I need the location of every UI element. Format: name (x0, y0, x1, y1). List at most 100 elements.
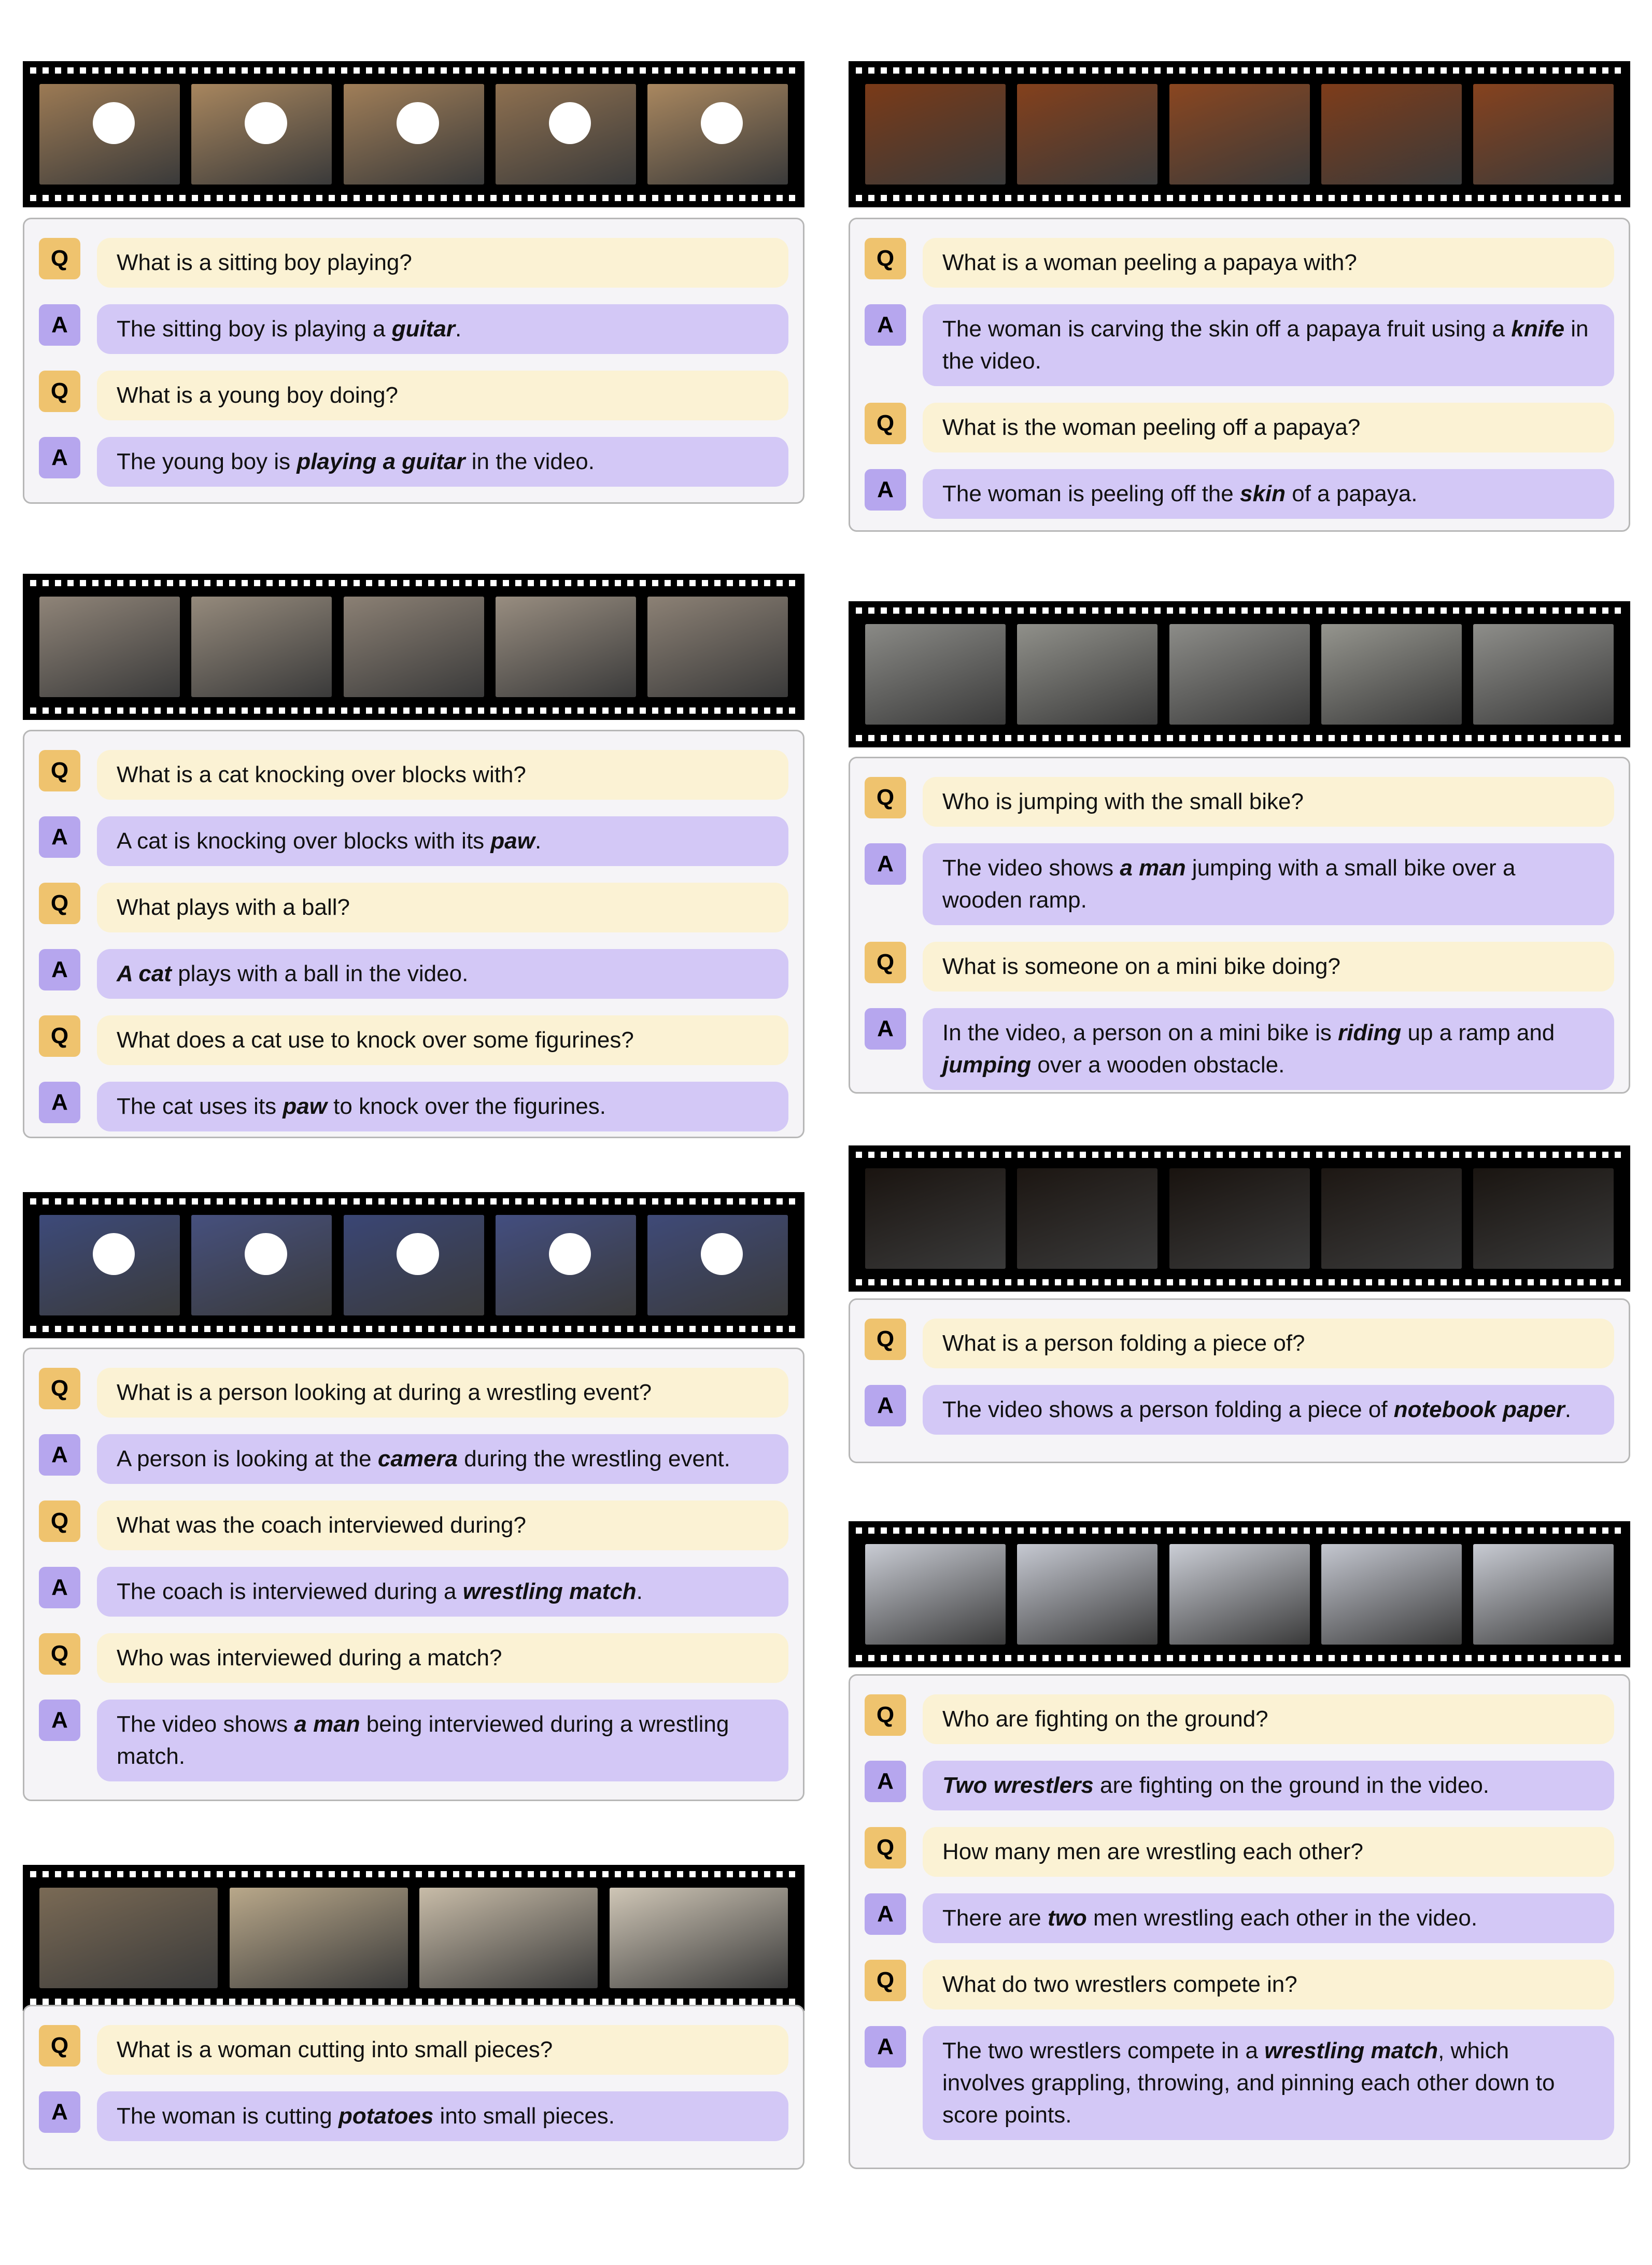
answer-badge: A (865, 1761, 906, 1802)
text-span: The video shows (117, 1711, 294, 1737)
answer-row: A The woman is carving the skin off a pap… (865, 304, 1614, 386)
question-text: Who are fighting on the ground? (923, 1694, 1614, 1744)
text-span: Who are fighting on the ground? (942, 1706, 1268, 1732)
text-span: . (636, 1579, 643, 1604)
filmstrip (23, 1192, 804, 1338)
text-span: There are (942, 1905, 1048, 1931)
film-perforations (30, 1871, 797, 1877)
question-badge: Q (865, 1694, 906, 1736)
answer-text: The two wrestlers compete in a wrestling… (923, 2026, 1614, 2140)
face-blur-circle (397, 1233, 439, 1276)
answer-row: A There are two men wrestling each other … (865, 1893, 1614, 1943)
answer-badge: A (39, 2091, 80, 2133)
film-perforations (856, 607, 1623, 614)
text-span: What does a cat use to knock over some f… (117, 1027, 634, 1053)
question-badge: Q (39, 1015, 80, 1057)
answer-row: A Two wrestlers are fighting on the groun… (865, 1761, 1614, 1810)
answer-badge: A (865, 1385, 906, 1426)
video-frame (343, 1215, 484, 1315)
question-row: Q How many men are wrestling each other? (865, 1827, 1614, 1877)
question-text: What is someone on a mini bike doing? (923, 942, 1614, 992)
answer-text: The sitting boy is playing a guitar. (97, 304, 788, 354)
question-text: What is a woman peeling a papaya with? (923, 238, 1614, 288)
answer-keyword: skin (1239, 481, 1286, 506)
text-span: What is someone on a mini bike doing? (942, 954, 1340, 979)
question-badge: Q (39, 750, 80, 791)
qa-panel-wrestlers: Q Who are fighting on the ground? A Two wre… (849, 1521, 1630, 2169)
answer-keyword: playing a guitar (296, 449, 465, 474)
qa-box: Q What is a person looking at during a wr… (23, 1348, 804, 1801)
face-blur-circle (92, 1233, 135, 1276)
question-text: What plays with a ball? (97, 883, 788, 932)
qa-box: Q What is a cat knocking over blocks with… (23, 730, 804, 1138)
video-frames (865, 1544, 1614, 1645)
film-perforations (30, 1326, 797, 1332)
qa-panel-potatoes: Q What is a woman cutting into small piec… (23, 1865, 804, 2170)
text-span: In the video, a person on a mini bike is (942, 1020, 1338, 1045)
question-row: Q What do two wrestlers compete in? (865, 1960, 1614, 2009)
qa-panel-papaya: Q What is a woman peeling a papaya with? A… (849, 61, 1630, 532)
question-text: How many men are wrestling each other? (923, 1827, 1614, 1877)
question-row: Q What is a person folding a piece of? (865, 1319, 1614, 1368)
video-frame (1321, 1168, 1462, 1269)
filmstrip (23, 1865, 804, 2011)
film-perforations (856, 1527, 1623, 1534)
text-span: The video shows (942, 855, 1120, 881)
question-row: Q What is a person looking at during a wr… (39, 1368, 788, 1418)
filmstrip (23, 574, 804, 720)
text-span: What do two wrestlers compete in? (942, 1972, 1297, 1997)
face-blur-circle (245, 102, 287, 145)
question-row: Q What is a woman cutting into small piec… (39, 2025, 788, 2075)
text-span: What is the woman peeling off a papaya? (942, 415, 1361, 440)
answer-text: The woman is peeling off the skin of a p… (923, 469, 1614, 519)
text-span: What is a woman cutting into small piece… (117, 2037, 553, 2062)
answer-keyword: paw (490, 828, 535, 854)
question-text: Who was interviewed during a match? (97, 1633, 788, 1683)
answer-badge: A (865, 1893, 906, 1935)
film-perforations (30, 707, 797, 714)
question-badge: Q (39, 371, 80, 412)
film-perforations (856, 195, 1623, 201)
question-text: Who is jumping with the small bike? (923, 777, 1614, 827)
answer-text: The young boy is playing a guitar in the… (97, 437, 788, 487)
answer-badge: A (39, 816, 80, 858)
answer-keyword: potatoes (338, 2103, 434, 2129)
video-frame (39, 84, 180, 185)
face-blur-circle (397, 102, 439, 145)
qa-box: Q Who are fighting on the ground? A Two wre… (849, 1674, 1630, 2169)
film-perforations (856, 67, 1623, 74)
video-frames (865, 84, 1614, 185)
text-span: What is a person looking at during a wre… (117, 1380, 652, 1405)
text-span: Who was interviewed during a match? (117, 1645, 502, 1671)
film-perforations (30, 1999, 797, 2005)
question-badge: Q (39, 2025, 80, 2066)
video-frame (229, 1888, 408, 1988)
filmstrip (849, 601, 1630, 747)
question-text: What is a person folding a piece of? (923, 1319, 1614, 1368)
video-frames (865, 1168, 1614, 1269)
video-frames (39, 1215, 788, 1315)
video-frame (343, 597, 484, 697)
text-span: . (534, 828, 542, 854)
answer-keyword: a man (294, 1711, 360, 1737)
question-badge: Q (865, 1960, 906, 2001)
video-frame (1169, 84, 1310, 185)
answer-badge: A (39, 1567, 80, 1608)
video-frame (647, 1215, 788, 1315)
answer-row: A The woman is cutting potatoes into smal… (39, 2091, 788, 2141)
video-frame (1017, 1544, 1158, 1645)
answer-keyword: wrestling match (462, 1579, 637, 1604)
question-badge: Q (865, 942, 906, 983)
question-row: Q What does a cat use to knock over some … (39, 1015, 788, 1065)
answer-row: A A cat is knocking over blocks with its … (39, 816, 788, 866)
video-frame (39, 597, 180, 697)
question-badge: Q (39, 1500, 80, 1542)
text-span: during the wrestling event. (458, 1446, 730, 1471)
filmstrip (849, 1521, 1630, 1667)
qa-box: Q Who is jumping with the small bike? A The… (849, 757, 1630, 1094)
answer-text: The coach is interviewed during a wrestl… (97, 1567, 788, 1617)
answer-row: A A cat plays with a ball in the video. (39, 949, 788, 999)
video-frame (1017, 624, 1158, 725)
text-span: are fighting on the ground in the video. (1093, 1773, 1490, 1798)
text-span: over a wooden obstacle. (1031, 1052, 1285, 1078)
